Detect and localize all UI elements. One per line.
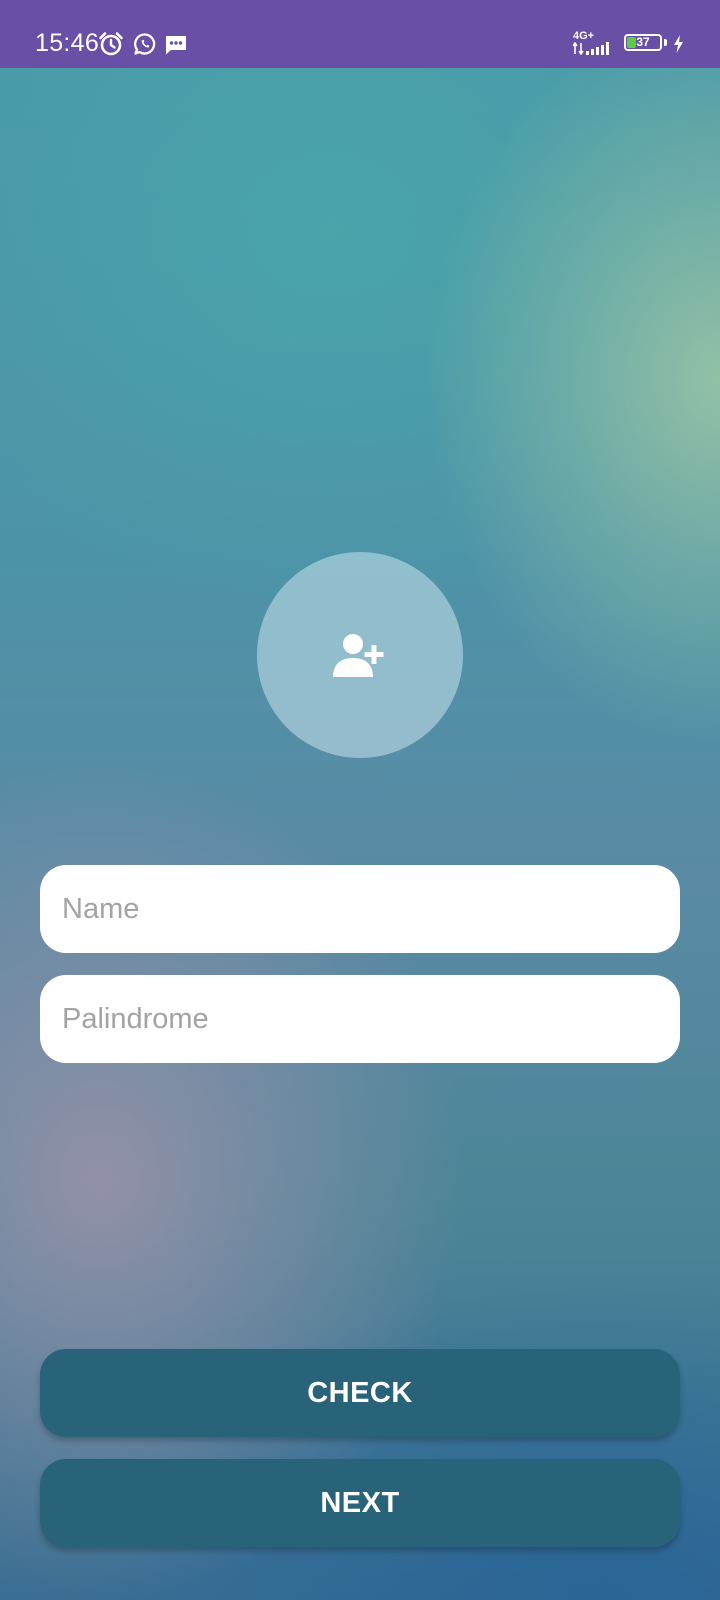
screen: 15:46 4G+ 37 Name Palindrome CHECK NEXT	[0, 0, 720, 1600]
battery-icon: 37	[624, 34, 662, 51]
status-time: 15:46	[35, 29, 100, 57]
palindrome-field[interactable]	[40, 975, 680, 1063]
message-icon	[166, 36, 186, 55]
add-person-icon	[333, 634, 384, 677]
battery-nub	[664, 39, 667, 46]
whatsapp-icon	[134, 33, 156, 55]
check-button[interactable]: CHECK	[40, 1349, 680, 1437]
name-field[interactable]	[40, 865, 680, 953]
alarm-icon	[99, 32, 123, 56]
next-button[interactable]: NEXT	[40, 1459, 680, 1547]
avatar-picker[interactable]	[257, 552, 463, 758]
network-type: 4G+	[573, 30, 595, 42]
status-bar: 15:46 4G+ 37	[0, 0, 720, 68]
signal-icon	[573, 42, 609, 55]
charging-icon	[674, 35, 683, 53]
battery-level: 37	[636, 35, 650, 49]
